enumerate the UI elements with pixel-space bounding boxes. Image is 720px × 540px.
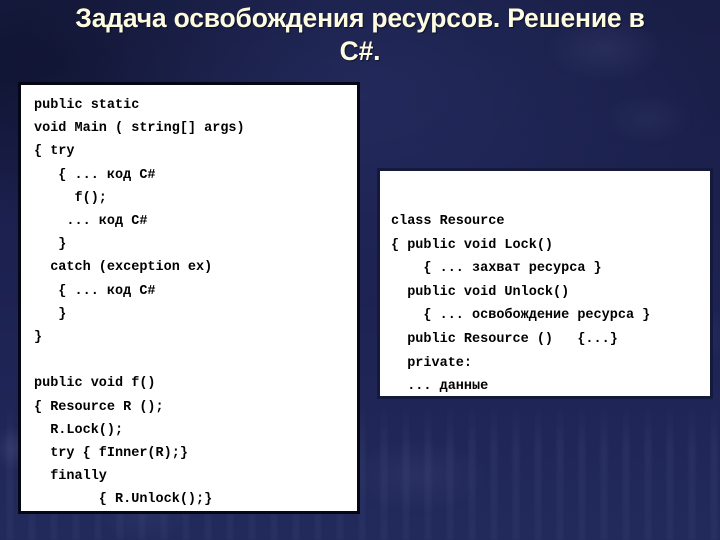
code-block-main: public static void Main ( string[] args)… <box>18 82 360 514</box>
code-block-resource-class: class Resource { public void Lock() { ..… <box>377 168 713 399</box>
slide-title: Задача освобождения ресурсов. Решение в … <box>75 3 645 66</box>
code-block-resource-class-text: class Resource { public void Lock() { ..… <box>391 214 651 395</box>
code-block-main-text: public static void Main ( string[] args)… <box>34 98 245 508</box>
slide-canvas: Задача освобождения ресурсов. Решение в … <box>0 0 720 540</box>
